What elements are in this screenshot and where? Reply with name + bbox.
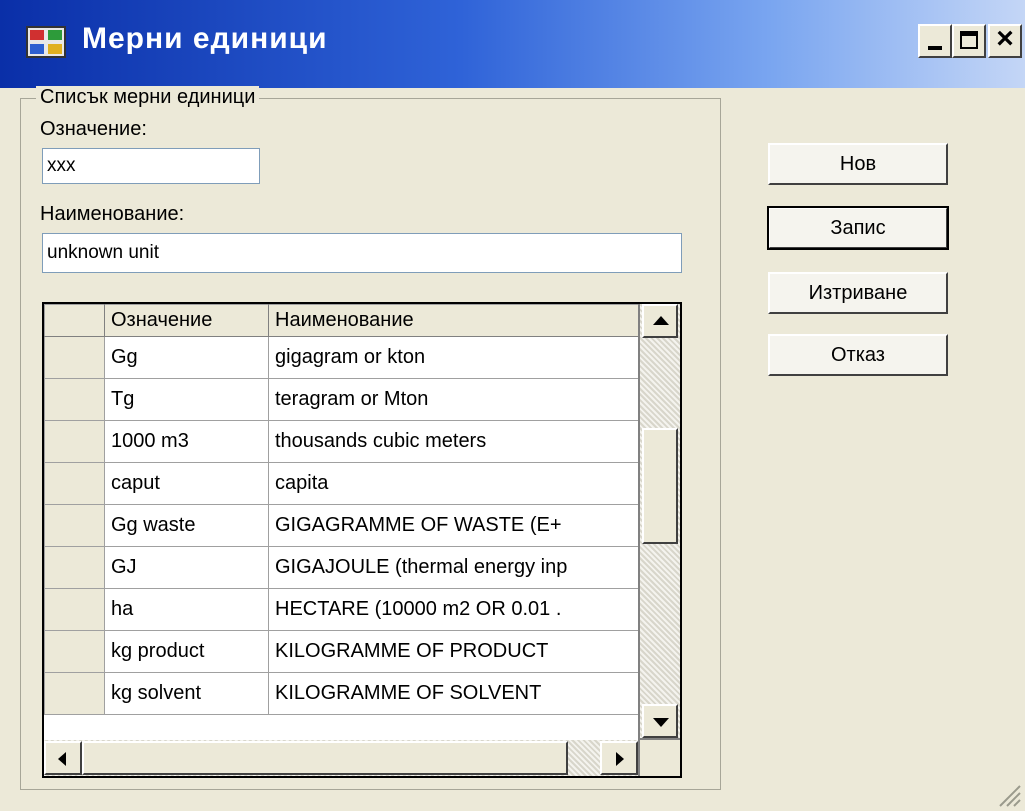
row-header[interactable] [44,462,105,505]
cell-name[interactable]: thousands cubic meters [268,420,638,463]
table-row[interactable]: GJ GIGAJOULE (thermal energy inp [44,546,638,589]
scroll-down-button[interactable] [642,704,678,738]
horizontal-scrollbar[interactable] [44,740,638,776]
minimize-button[interactable] [918,24,952,58]
title-bar[interactable]: Мерни единици × [0,0,1025,88]
column-header-code[interactable]: Означение [104,304,269,337]
table-row[interactable]: kg product KILOGRAMME OF PRODUCT [44,630,638,673]
table-row[interactable]: Gg waste GIGAGRAMME OF WASTE (E+ [44,504,638,547]
new-button[interactable]: Нов [768,143,948,185]
scroll-right-button[interactable] [600,741,638,775]
cell-name[interactable]: HECTARE (10000 m2 OR 0.01 . [268,588,638,631]
cell-name[interactable]: capita [268,462,638,505]
column-header-name[interactable]: Наименование [268,304,638,337]
arrow-right-icon [616,752,624,766]
groupbox-legend: Списък мерни единици [36,86,260,109]
cell-name[interactable]: KILOGRAMME OF PRODUCT [268,630,638,673]
app-form-icon [26,26,66,58]
units-datagrid[interactable]: Означение Наименование Gg gigagram or kto… [42,302,682,778]
table-row[interactable]: kg solvent KILOGRAMME OF SOLVENT [44,672,638,715]
table-row[interactable]: caput capita [44,462,638,505]
cell-code[interactable]: kg product [104,630,269,673]
row-header[interactable] [44,504,105,547]
cell-code[interactable]: 1000 m3 [104,420,269,463]
vertical-scroll-thumb[interactable] [642,428,678,544]
cancel-button[interactable]: Отказ [768,334,948,376]
table-row[interactable]: 1000 m3 thousands cubic meters [44,420,638,463]
row-header[interactable] [44,420,105,463]
table-row[interactable]: Tg teragram or Mton [44,378,638,421]
scrollbar-corner [640,740,680,776]
header-row: Означение Наименование [44,304,638,337]
name-label: Наименование: [40,203,185,225]
vertical-scrollbar[interactable] [640,304,680,738]
horizontal-scroll-thumb[interactable] [82,741,568,775]
close-button[interactable]: × [988,24,1022,58]
row-header[interactable] [44,336,105,379]
row-header[interactable] [44,672,105,715]
resize-grip-icon[interactable] [995,781,1021,807]
arrow-left-icon [58,752,66,766]
cell-code[interactable]: ha [104,588,269,631]
row-header[interactable] [44,546,105,589]
table-row[interactable]: Gg gigagram or kton [44,336,638,379]
cell-name[interactable]: teragram or Mton [268,378,638,421]
code-input[interactable] [42,148,260,184]
cell-name[interactable]: gigagram or kton [268,336,638,379]
window-title: Мерни единици [82,22,328,55]
cell-code[interactable]: caput [104,462,269,505]
cell-name[interactable]: KILOGRAMME OF SOLVENT [268,672,638,715]
maximize-icon [960,31,978,49]
minimize-icon [928,46,942,50]
units-table: Означение Наименование Gg gigagram or kto… [44,304,638,715]
cell-code[interactable]: kg solvent [104,672,269,715]
name-input[interactable] [42,233,682,273]
cell-code[interactable]: Gg [104,336,269,379]
delete-button[interactable]: Изтриване [768,272,948,314]
cell-code[interactable]: Tg [104,378,269,421]
cell-code[interactable]: Gg waste [104,504,269,547]
scroll-up-button[interactable] [642,304,678,338]
grid-viewport: Означение Наименование Gg gigagram or kto… [44,304,638,740]
arrow-up-icon [653,316,669,325]
cell-name[interactable]: GIGAGRAMME OF WASTE (E+ [268,504,638,547]
row-header[interactable] [44,588,105,631]
table-row[interactable]: ha HECTARE (10000 m2 OR 0.01 . [44,588,638,631]
row-header-corner [44,304,105,337]
scroll-left-button[interactable] [44,741,82,775]
row-header[interactable] [44,630,105,673]
code-label: Означение: [40,118,147,140]
maximize-button[interactable] [952,24,986,58]
save-button[interactable]: Запис [767,206,949,250]
cell-code[interactable]: GJ [104,546,269,589]
cell-name[interactable]: GIGAJOULE (thermal energy inp [268,546,638,589]
arrow-down-icon [653,718,669,727]
row-header[interactable] [44,378,105,421]
close-icon: × [996,22,1014,55]
